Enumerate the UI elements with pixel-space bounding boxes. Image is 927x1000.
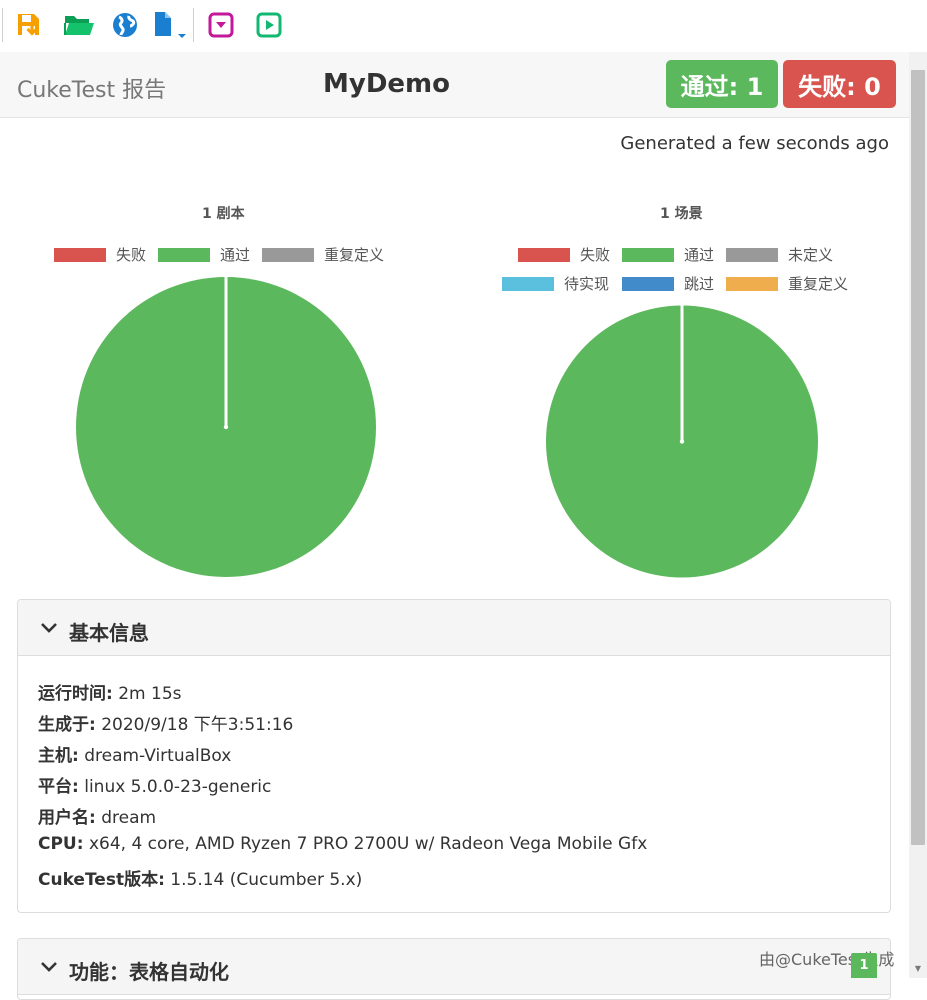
generated-timestamp: Generated a few seconds ago bbox=[620, 133, 889, 154]
info-label: 生成于: bbox=[38, 715, 96, 735]
info-row-generated: 生成于: 2020/9/18 下午3:51:16 bbox=[38, 710, 293, 735]
legend-label: 通过 bbox=[684, 246, 715, 264]
info-row-host: 主机: dream-VirtualBox bbox=[38, 741, 231, 766]
basic-info-panel-heading[interactable]: 基本信息 bbox=[18, 600, 890, 656]
legend-swatch-skipped bbox=[622, 276, 674, 291]
legend-label: 重复定义 bbox=[788, 275, 849, 293]
scrollbar-thumb[interactable] bbox=[911, 70, 925, 845]
info-row-duration: 运行时间: 2m 15s bbox=[38, 679, 182, 704]
run-icon[interactable] bbox=[253, 9, 285, 41]
info-row-cpu: CPU: x64, 4 core, AMD Ryzen 7 PRO 2700U … bbox=[38, 834, 647, 854]
legend-swatch-ambiguous bbox=[726, 276, 778, 291]
pie-center-dot bbox=[679, 439, 685, 444]
legend-item-ambiguous[interactable]: 重复定义 bbox=[262, 244, 384, 265]
failed-count-badge[interactable]: 失败: 0 bbox=[783, 60, 896, 108]
info-value: 2020/9/18 下午3:51:16 bbox=[101, 715, 294, 735]
legend-item-failed[interactable]: 失败 bbox=[518, 244, 610, 265]
info-label: 主机: bbox=[38, 746, 79, 766]
pie-center-dot bbox=[223, 424, 229, 430]
info-row-username: 用户名: dream bbox=[38, 803, 156, 828]
legend-item-pending[interactable]: 待实现 bbox=[502, 273, 609, 294]
legend-swatch-ambiguous bbox=[262, 247, 314, 262]
legend-label: 通过 bbox=[220, 246, 251, 264]
legend-label: 待实现 bbox=[564, 275, 610, 293]
chevron-down-icon bbox=[41, 962, 57, 972]
legend-item-undefined[interactable]: 未定义 bbox=[726, 244, 833, 265]
legend-item-failed[interactable]: 失败 bbox=[54, 244, 146, 265]
info-value: 2m 15s bbox=[118, 684, 182, 704]
toolbar bbox=[0, 0, 927, 52]
basic-info-panel: 基本信息 运行时间: 2m 15s 生成于: 2020/9/18 下午3:51:… bbox=[17, 599, 891, 913]
legend-label: 未定义 bbox=[788, 246, 834, 264]
legend-swatch-pending bbox=[502, 276, 554, 291]
legend-label: 重复定义 bbox=[324, 246, 385, 264]
info-label: 用户名: bbox=[38, 808, 96, 828]
scenarios-chart-title: 1 场景 bbox=[660, 206, 703, 222]
passed-count-badge[interactable]: 通过: 1 bbox=[666, 60, 778, 108]
toolbar-separator bbox=[193, 8, 194, 42]
new-file-dropdown-icon[interactable] bbox=[149, 9, 191, 41]
basic-info-title: 基本信息 bbox=[69, 621, 149, 645]
info-row-platform: 平台: linux 5.0.0-23-generic bbox=[38, 772, 271, 797]
scenarios-pie-chart[interactable] bbox=[546, 305, 818, 578]
legend-swatch-passed bbox=[158, 247, 210, 262]
info-row-version: CukeTest版本: 1.5.14 (Cucumber 5.x) bbox=[38, 865, 362, 890]
info-label: CukeTest版本: bbox=[38, 870, 165, 890]
legend-label: 失败 bbox=[116, 246, 147, 264]
globe-icon[interactable] bbox=[109, 9, 141, 41]
brand-title: CukeTest 报告 bbox=[17, 78, 167, 103]
features-pie-chart[interactable] bbox=[76, 276, 376, 578]
open-folder-icon[interactable] bbox=[63, 9, 95, 41]
scroll-down-arrow-icon[interactable]: ▼ bbox=[909, 960, 927, 976]
floating-count-badge[interactable]: 1 bbox=[851, 953, 877, 978]
features-chart-title: 1 剧本 bbox=[202, 206, 245, 222]
vertical-scrollbar[interactable]: ▼ bbox=[909, 52, 927, 978]
info-label: CPU: bbox=[38, 834, 84, 854]
info-value: dream-VirtualBox bbox=[84, 746, 232, 766]
legend-label: 失败 bbox=[580, 246, 611, 264]
collapse-icon[interactable] bbox=[205, 9, 237, 41]
toolbar-edge bbox=[2, 8, 3, 42]
legend-item-skipped[interactable]: 跳过 bbox=[622, 273, 714, 294]
info-value: dream bbox=[101, 808, 157, 828]
save-export-icon[interactable] bbox=[13, 9, 45, 41]
legend-swatch-passed bbox=[622, 247, 674, 262]
info-label: 平台: bbox=[38, 777, 79, 797]
legend-item-ambiguous[interactable]: 重复定义 bbox=[726, 273, 848, 294]
report-header: CukeTest 报告 MyDemo 通过: 1 失败: 0 bbox=[0, 52, 909, 118]
legend-swatch-failed bbox=[518, 247, 570, 262]
chevron-down-icon bbox=[41, 623, 57, 633]
info-label: 运行时间: bbox=[38, 684, 113, 704]
legend-item-passed[interactable]: 通过 bbox=[622, 244, 714, 265]
legend-item-passed[interactable]: 通过 bbox=[158, 244, 250, 265]
legend-swatch-failed bbox=[54, 247, 106, 262]
feature-title: 功能：表格自动化 bbox=[69, 960, 229, 984]
info-value: 1.5.14 (Cucumber 5.x) bbox=[170, 870, 363, 890]
legend-swatch-undefined bbox=[726, 247, 778, 262]
legend-label: 跳过 bbox=[684, 275, 715, 293]
info-value: x64, 4 core, AMD Ryzen 7 PRO 2700U w/ Ra… bbox=[88, 834, 648, 854]
info-value: linux 5.0.0-23-generic bbox=[84, 777, 272, 797]
project-title: MyDemo bbox=[323, 69, 450, 99]
